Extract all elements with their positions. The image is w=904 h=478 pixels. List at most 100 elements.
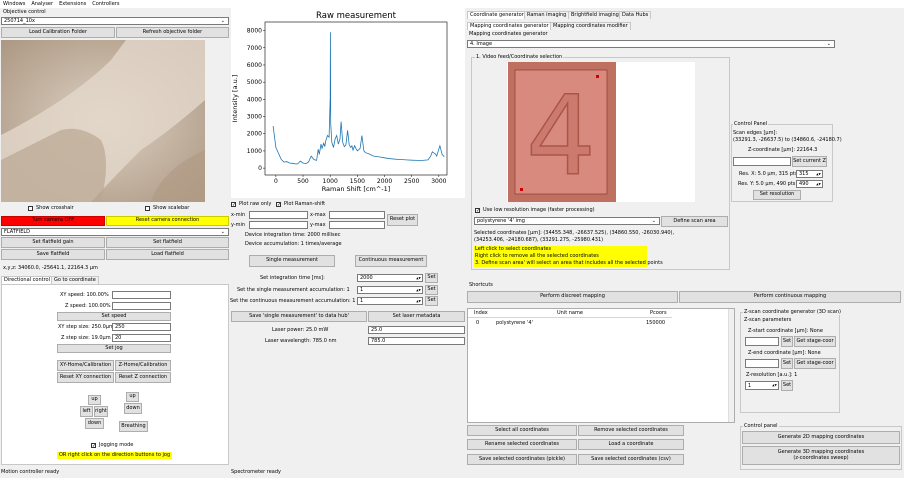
tab-mapping-generator[interactable]: Mapping coordinates generator <box>467 22 552 30</box>
y-min-input[interactable] <box>249 221 308 229</box>
jog-z-down-button[interactable]: down <box>124 403 142 414</box>
image-select[interactable]: polystyrene '4' img ⌄ <box>474 217 660 225</box>
z-end-get-stage-button[interactable]: Get stage-coor <box>794 358 836 369</box>
set-resolution-button[interactable]: Set resolution <box>753 190 801 200</box>
camera-feed[interactable] <box>1 40 205 202</box>
z-start-input[interactable] <box>745 337 779 346</box>
table-scrollbar[interactable] <box>728 309 734 422</box>
res-x-spinbox[interactable]: 315 ▲▼ <box>796 170 823 178</box>
show-crosshair-checkbox[interactable]: Show crosshair <box>28 205 74 211</box>
jogging-mode-checkbox[interactable]: ✓ Jogging mode <box>91 442 133 448</box>
reset-camera-button[interactable]: Reset camera connection <box>106 216 229 226</box>
tab-mapping-modifier[interactable]: Mapping coordinates modifier <box>550 22 631 30</box>
table-header-index[interactable]: Index <box>474 311 488 316</box>
x-min-input[interactable] <box>249 211 308 219</box>
single-acc-spinbox[interactable]: 1 ▲▼ <box>357 286 423 294</box>
cont-acc-spinbox[interactable]: 1 ▲▼ <box>357 297 423 305</box>
y-max-input[interactable] <box>329 221 385 229</box>
set-speed-button[interactable]: Set speed <box>57 312 171 321</box>
tab-brightfield-imaging[interactable]: Brightfield imaging <box>568 11 622 19</box>
raman-chart[interactable]: Raw measurement 0 500 1000 1500 2000 2500 3000 0… <box>231 8 465 198</box>
generate-2d-button[interactable]: Generate 2D mapping coordinates <box>742 431 900 444</box>
table-cell-unit-name[interactable]: polystyrene '4' <box>496 321 533 326</box>
xy-home-button[interactable]: XY-Home/Calibration <box>57 360 114 371</box>
laser-power-input[interactable]: 25.0 <box>368 326 465 334</box>
xy-step-input[interactable]: 250 <box>112 323 171 331</box>
integration-time-spinbox[interactable]: 2000 ▲▼ <box>357 274 423 282</box>
tab-coordinate-generator[interactable]: Coordinate generator <box>467 11 527 19</box>
tab-data-hubs[interactable]: Data Hubs <box>619 11 652 19</box>
table-header-unit-name[interactable]: Unit name <box>557 311 583 316</box>
reset-z-button[interactable]: Reset Z connection <box>115 372 171 383</box>
jog-up-button[interactable]: up <box>88 395 101 405</box>
table-cell-index[interactable]: 0 <box>476 321 479 326</box>
flatfield-select[interactable]: FLATFIELD ⌄ <box>1 228 229 236</box>
save-coordinates-csv-button[interactable]: Save selected coordinates (csv) <box>578 454 684 465</box>
refresh-objective-button[interactable]: Refresh objective folder <box>116 27 229 38</box>
set-flatfield-gain-button[interactable]: Set flatfield gain <box>1 237 105 248</box>
show-scalebar-checkbox[interactable]: Show scalebar <box>145 205 189 211</box>
reset-plot-button[interactable]: Reset plot <box>387 214 418 226</box>
single-measurement-button[interactable]: Single measurement <box>249 255 335 267</box>
z-resolution-set-button[interactable]: Set <box>781 380 793 391</box>
menu-extensions[interactable]: Extensions <box>59 1 86 7</box>
res-y-spinbox[interactable]: 490 ▲▼ <box>796 180 823 188</box>
spin-arrows-icon[interactable]: ▲▼ <box>416 287 421 293</box>
tab-go-to-coordinate[interactable]: Go to coordinate <box>51 276 99 284</box>
set-jog-button[interactable]: Set jog <box>57 344 171 353</box>
reset-xy-button[interactable]: Reset XY connection <box>57 372 114 383</box>
table-header-pcoors[interactable]: Pcoors <box>650 311 667 316</box>
spin-arrows-icon[interactable]: ▲▼ <box>772 382 777 389</box>
tab-directional-control[interactable]: Directional control <box>1 276 53 284</box>
z-speed-input[interactable] <box>112 302 171 310</box>
jog-right-button[interactable]: right <box>94 406 108 417</box>
jog-z-up-button[interactable]: up <box>126 392 139 402</box>
turn-camera-off-button[interactable]: Turn camera OFF <box>1 216 105 226</box>
laser-wavelength-input[interactable]: 785.0 <box>368 337 465 345</box>
objective-select[interactable]: 250714_10x ⌄ <box>1 17 229 25</box>
spin-arrows-icon[interactable]: ▲▼ <box>816 171 821 177</box>
save-coordinates-pickle-button[interactable]: Save selected coordinates (pickle) <box>467 454 577 465</box>
load-flatfield-button[interactable]: Load flatfield <box>106 249 229 260</box>
select-all-coordinates-button[interactable]: Select all coordinates <box>467 425 577 436</box>
table-cell-pcoors[interactable]: 150000 <box>646 321 665 326</box>
tab-raman-imaging[interactable]: Raman imaging <box>524 11 570 19</box>
define-scan-area-button[interactable]: Define scan area <box>661 216 728 227</box>
load-calibration-button[interactable]: Load Calibration Folder <box>1 27 115 38</box>
menu-windows[interactable]: Windows <box>3 1 25 7</box>
spin-arrows-icon[interactable]: ▲▼ <box>416 298 421 304</box>
continuous-measurement-button[interactable]: Continuous measurement <box>355 255 427 267</box>
menu-controllers[interactable]: Controllers <box>92 1 119 7</box>
plot-raw-only-checkbox[interactable]: ✓ Plot raw only <box>231 201 271 207</box>
xy-speed-input[interactable] <box>112 291 171 299</box>
set-single-acc-button[interactable]: Set <box>425 285 438 295</box>
x-max-input[interactable] <box>329 211 385 219</box>
low-res-checkbox[interactable]: ✓ Use low resolution image (faster proces… <box>475 207 595 213</box>
sample-image[interactable]: 4 <box>507 62 617 202</box>
z-step-input[interactable]: 20 <box>112 334 171 342</box>
set-cont-acc-button[interactable]: Set <box>425 296 438 306</box>
save-single-measurement-button[interactable]: Save 'single measurement' to data hub' <box>231 311 367 322</box>
menu-analyser[interactable]: Analyser <box>31 1 53 7</box>
spin-arrows-icon[interactable]: ▲▼ <box>416 275 421 281</box>
set-laser-metadata-button[interactable]: Set laser metadata <box>368 311 465 322</box>
set-current-z-button[interactable]: Set current Z <box>792 156 827 167</box>
generate-3d-button[interactable]: Generate 3D mapping coordinates (z-coord… <box>742 446 900 465</box>
z-end-input[interactable] <box>745 359 779 368</box>
breathing-button[interactable]: Breathing <box>119 421 148 432</box>
method-select[interactable]: 4. Image ⌄ <box>467 40 835 48</box>
z-start-get-stage-button[interactable]: Get stage-coor <box>794 336 836 347</box>
load-coordinate-button[interactable]: Load a coordinate <box>578 439 684 450</box>
z-end-set-button[interactable]: Set <box>781 358 793 369</box>
continuous-mapping-button[interactable]: Perform continuous mapping <box>679 291 901 303</box>
z-resolution-spinbox[interactable]: 1 ▲▼ <box>745 381 779 390</box>
spin-arrows-icon[interactable]: ▲▼ <box>816 181 821 187</box>
plot-raman-shift-checkbox[interactable]: ✓ Plot Raman-shift <box>276 201 325 207</box>
jog-down-button[interactable]: down <box>85 418 104 429</box>
set-flatfield-button[interactable]: Set flatfield <box>106 237 229 248</box>
z-home-button[interactable]: Z-Home/Calibration <box>115 360 171 371</box>
z-coordinate-input[interactable] <box>733 157 791 166</box>
jog-left-button[interactable]: left <box>80 406 93 417</box>
z-start-set-button[interactable]: Set <box>781 336 793 347</box>
remove-selected-coordinates-button[interactable]: Remove selected coordinates <box>578 425 684 436</box>
